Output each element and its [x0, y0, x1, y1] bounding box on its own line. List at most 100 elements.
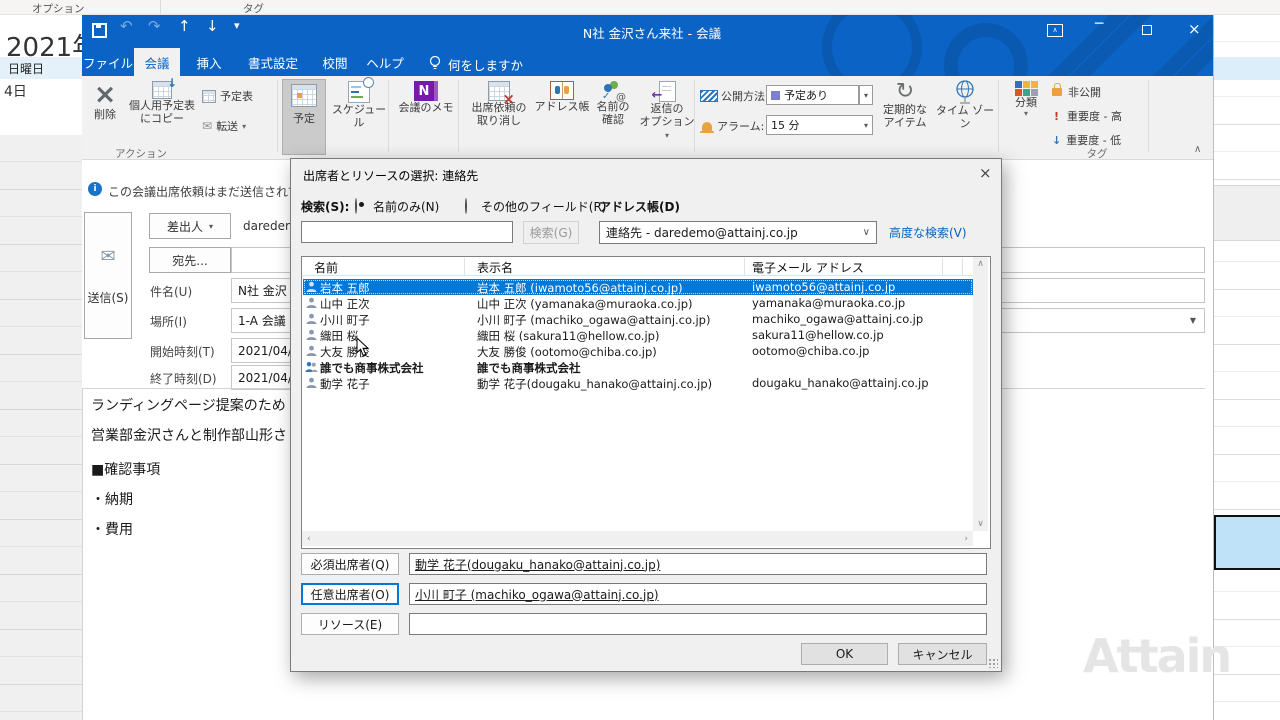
contact-row[interactable]: 織田 桜織田 桜 (sakura11@hellow.co.jp)sakura11… — [303, 327, 973, 343]
calendar-weekday-header[interactable]: 日曜日 — [0, 57, 82, 79]
tab-format[interactable]: 書式設定 — [238, 48, 308, 76]
calendar-small-button[interactable]: 予定表 — [202, 88, 253, 104]
show-as-select[interactable]: 予定あり — [766, 85, 859, 105]
copy-to-personal-calendar-button[interactable]: ↓ 個人用予定表 にコピー — [126, 81, 198, 125]
ribbon-display-options-icon[interactable]: ∧ — [1047, 24, 1063, 37]
dialog-title: 出席者とリソースの選択: 連絡先 — [303, 167, 478, 184]
titlebar-decoration — [822, 15, 922, 76]
scroll-right-icon[interactable]: › — [964, 534, 968, 544]
forward-button[interactable]: ✉ 転送 ▾ — [202, 118, 246, 134]
maximize-icon[interactable] — [1142, 25, 1152, 35]
categorize-button[interactable]: 分類 ▾ — [1004, 81, 1048, 118]
onenote-icon: N — [414, 81, 438, 101]
optional-field[interactable]: 小川 町子 (machiko_ogawa@attainj.co.jp) — [409, 583, 987, 605]
delete-x-icon: × — [94, 81, 117, 108]
contact-row[interactable]: 動学 花子動学 花子(dougaku_hanako@attainj.co.jp)… — [303, 375, 973, 391]
person-icon — [306, 377, 317, 389]
contact-row[interactable]: 大友 勝俊大友 勝俊 (ootomo@chiba.co.jp)ootomo@ch… — [303, 343, 973, 359]
private-button[interactable]: 非公開 — [1052, 84, 1101, 100]
importance-high-button[interactable]: ! 重要度 - 高 — [1052, 108, 1122, 124]
collapse-ribbon-icon[interactable]: ∧ — [1194, 144, 1201, 155]
advanced-find-link[interactable]: 高度な検索(V) — [889, 224, 967, 241]
required-button[interactable]: 必須出席者(Q) — [301, 553, 399, 575]
chevron-down-icon[interactable]: ▼ — [1190, 316, 1196, 325]
tab-help[interactable]: ヘルプ — [362, 48, 408, 76]
undo-icon[interactable]: ↶ — [120, 17, 133, 35]
to-button[interactable]: 宛先... — [149, 247, 231, 273]
contact-row[interactable]: 岩本 五郎岩本 五郎 (iwamoto56@attainj.co.jp)iwam… — [303, 279, 973, 295]
column-header-email[interactable]: 電子メール アドレス — [752, 259, 864, 276]
envelope-forward-icon: ✉ — [202, 119, 212, 133]
vertical-scrollbar[interactable]: ∧ ∨ — [973, 257, 988, 531]
radio-name-only[interactable] — [355, 198, 357, 214]
reminder-select[interactable]: 15 分 ▾ — [766, 115, 873, 135]
scroll-left-icon[interactable]: ‹ — [307, 534, 311, 544]
response-options-icon: ← — [659, 81, 676, 102]
appointment-button[interactable]: 予定 — [282, 79, 326, 155]
required-field[interactable]: 動学 花子(dougaku_hanako@attainj.co.jp) — [409, 553, 987, 575]
background-group-label-options: オプション — [32, 1, 85, 16]
radio-more-columns[interactable] — [465, 198, 467, 214]
contact-row[interactable]: 小川 町子小川 町子 (machiko_ogawa@attainj.co.jp)… — [303, 311, 973, 327]
address-book-button[interactable]: アドレス帳 — [534, 81, 590, 113]
column-header-name[interactable]: 名前 — [314, 259, 338, 276]
move-up-icon[interactable]: ↑ — [178, 17, 191, 35]
person-icon — [306, 313, 317, 325]
delete-button[interactable]: × 削除 — [84, 81, 126, 121]
chevron-down-icon: ▾ — [209, 222, 213, 231]
customize-qat-icon[interactable]: ▾ — [234, 19, 240, 32]
redo-icon[interactable]: ↷ — [148, 17, 161, 35]
resources-field[interactable] — [409, 613, 987, 635]
cancel-invitation-button[interactable]: × 出席依頼の 取り消し — [464, 81, 534, 127]
ok-button[interactable]: OK — [801, 643, 888, 665]
background-weekday-band — [1214, 57, 1280, 80]
calendar-day-cell[interactable]: 4日 — [4, 81, 27, 101]
contact-row[interactable]: 山中 正次山中 正次 (yamanaka@muraoka.co.jp)yaman… — [303, 295, 973, 311]
tab-review[interactable]: 校閲 — [312, 48, 358, 76]
check-names-button[interactable]: ✓ @ 名前の 確認 — [590, 81, 636, 126]
search-input[interactable] — [301, 221, 513, 243]
list-header: 名前 表示名 電子メール アドレス — [302, 257, 988, 276]
tell-me-box[interactable]: 何をしますか — [448, 55, 523, 74]
column-header-display-name[interactable]: 表示名 — [477, 259, 513, 276]
minimize-icon[interactable]: ─ — [1095, 16, 1103, 32]
chevron-down-icon: ▾ — [665, 131, 669, 140]
scroll-down-icon[interactable]: ∨ — [977, 519, 984, 529]
radio-more-columns-label[interactable]: その他のフィールド(R) — [481, 198, 606, 215]
calendar-copy-icon: ↓ — [152, 81, 172, 99]
recurrence-button[interactable]: ↻ 定期的な アイテム — [876, 81, 934, 129]
address-book-select[interactable]: 連絡先 - daredemo@attainj.co.jp ∨ — [599, 221, 877, 244]
mouse-cursor — [356, 337, 370, 357]
contact-row[interactable]: 誰でも商事株式会社誰でも商事株式会社 — [303, 359, 973, 375]
tab-meeting[interactable]: 会議 — [134, 48, 180, 76]
go-button[interactable]: 検索(G) — [523, 221, 579, 244]
cancel-button[interactable]: キャンセル — [898, 643, 987, 665]
tab-file[interactable]: ファイル — [82, 48, 134, 76]
radio-name-only-label[interactable]: 名前のみ(N) — [373, 198, 439, 215]
meeting-notes-button[interactable]: N 会議のメモ — [394, 81, 458, 114]
select-attendees-dialog: 出席者とリソースの選択: 連絡先 × 検索(S): 名前のみ(N) その他のフィ… — [290, 158, 1002, 672]
body-line: ■確認事項 — [91, 459, 160, 479]
person-icon — [306, 345, 317, 357]
show-as-dropdown-arrow[interactable]: ▾ — [859, 85, 873, 105]
calendar-cancel-icon: × — [488, 81, 510, 101]
scheduling-button[interactable]: スケジュール — [328, 81, 390, 129]
move-down-icon[interactable]: ↓ — [206, 17, 219, 35]
scroll-up-icon[interactable]: ∧ — [977, 259, 984, 269]
dialog-close-icon[interactable]: × — [979, 164, 992, 182]
background-selected-timeslot[interactable] — [1214, 515, 1280, 570]
resize-grip[interactable] — [988, 658, 998, 668]
horizontal-scrollbar[interactable]: ‹ › — [302, 531, 973, 546]
close-icon[interactable]: × — [1188, 20, 1201, 38]
send-button[interactable]: ✉ 送信(S) — [84, 212, 132, 339]
resources-button[interactable]: リソース(E) — [301, 613, 399, 635]
from-button[interactable]: 差出人 ▾ — [149, 213, 231, 239]
reminder-row: アラーム: — [702, 118, 764, 134]
save-icon[interactable] — [92, 23, 107, 38]
tab-insert[interactable]: 挿入 — [186, 48, 232, 76]
timezone-button[interactable]: タイム ゾーン — [934, 79, 996, 130]
chevron-down-icon: ▾ — [1024, 109, 1028, 118]
subject-label: 件名(U) — [150, 283, 192, 300]
optional-button[interactable]: 任意出席者(O) — [301, 583, 399, 605]
response-options-button[interactable]: ← 返信の オプション ▾ — [638, 81, 696, 142]
